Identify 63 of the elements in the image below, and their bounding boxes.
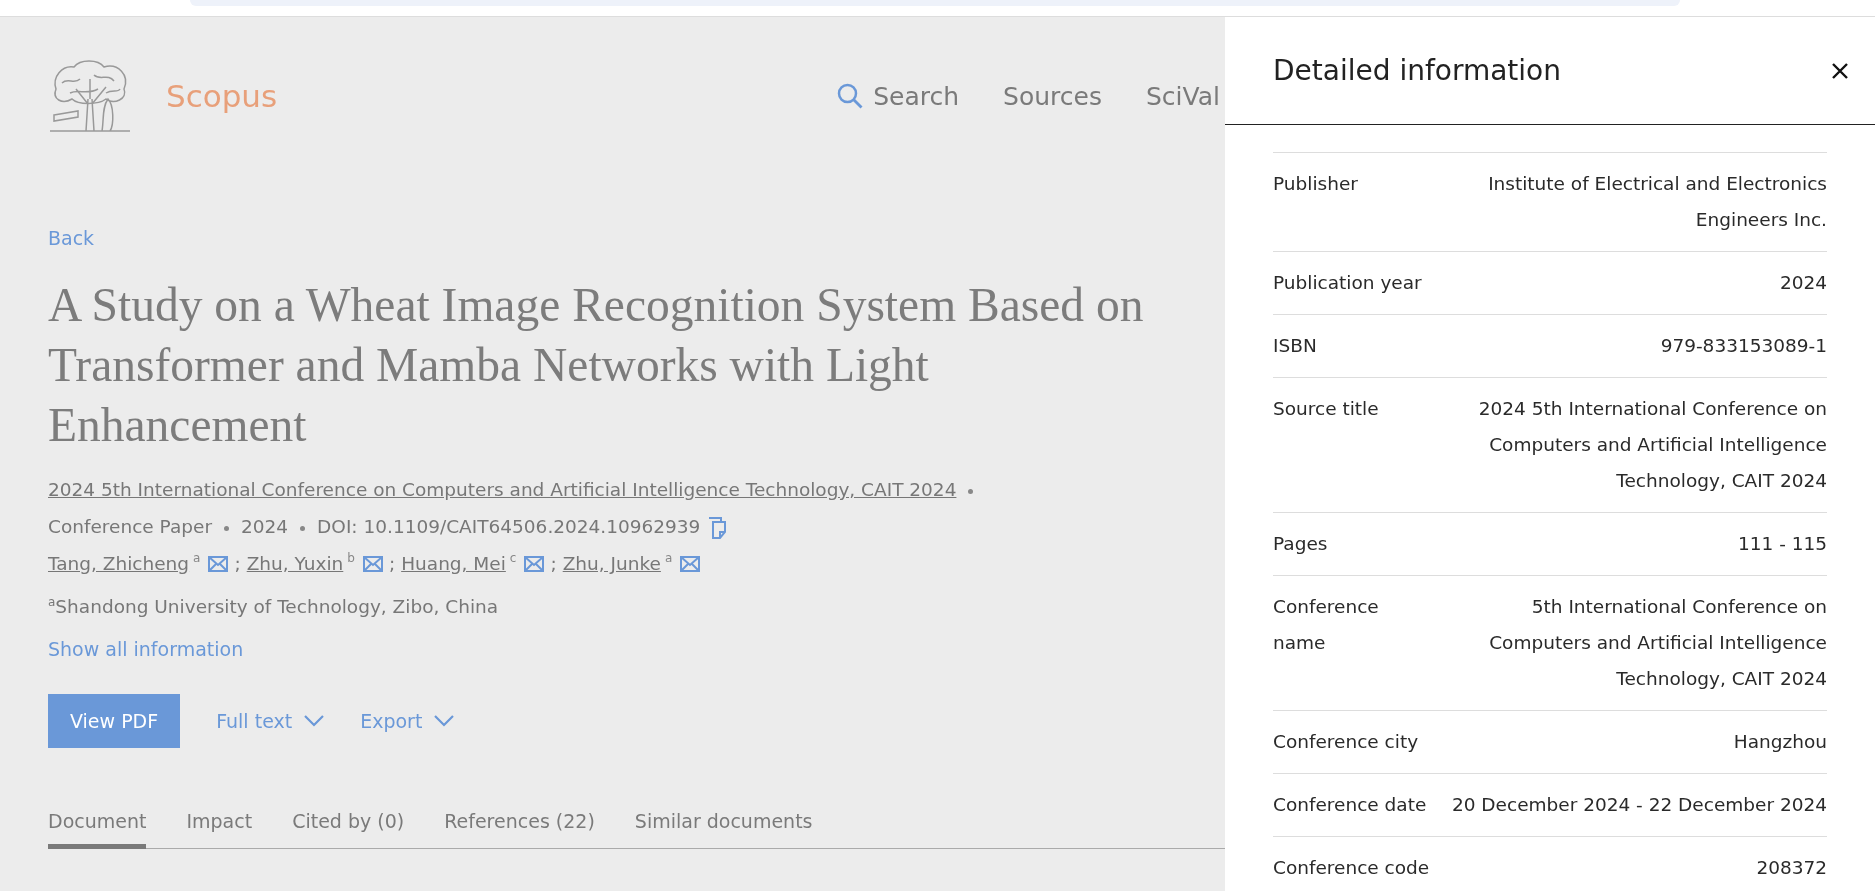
detail-value: 2024 xyxy=(1779,271,1827,295)
nav-link[interactable]: Sources xyxy=(1003,81,1102,111)
document-meta: 2024 xyxy=(241,516,289,537)
tab[interactable]: Cited by (0) xyxy=(292,810,405,850)
view-pdf-button[interactable]: View PDF xyxy=(48,694,181,749)
copy-icon[interactable] xyxy=(708,517,727,539)
detail-label: Publication year xyxy=(1273,271,1422,295)
dropdown-button[interactable]: Export xyxy=(360,710,455,733)
bullet-separator xyxy=(224,525,229,531)
detail-value: 111 - 115 xyxy=(1737,532,1827,556)
tab[interactable]: Impact xyxy=(186,810,253,850)
mail-icon[interactable] xyxy=(524,556,545,572)
bullet-separator xyxy=(968,488,974,494)
search-icon xyxy=(837,83,864,109)
tab[interactable]: Similar documents xyxy=(634,810,813,850)
nav-link[interactable]: Search xyxy=(837,81,960,111)
dropdown-button[interactable]: Full text xyxy=(216,710,325,733)
tab[interactable]: Document xyxy=(48,810,147,850)
document-meta: Conference Paper xyxy=(48,516,212,537)
document-title: A Study on a Wheat Image Recognition System Based on Transformer and Mamba Networks with Light Enhancement xyxy=(48,278,1145,453)
author-link[interactable]: Zhu, Junke xyxy=(562,545,661,583)
author-separator: ; xyxy=(388,552,396,576)
close-icon xyxy=(1831,61,1849,80)
author-link[interactable]: Huang, Mei xyxy=(401,545,506,583)
detail-label: Conference city xyxy=(1273,730,1419,754)
mail-icon[interactable] xyxy=(208,556,229,572)
author-separator: ; xyxy=(234,552,241,576)
source-title-link[interactable]: 2024 5th International Conference on Computers and Artificial Intelligence Technology, CAIT 2024 xyxy=(48,479,957,500)
affiliation-mark: b xyxy=(347,550,355,567)
affiliation-mark: c xyxy=(509,550,517,567)
back-link[interactable]: Back xyxy=(48,227,95,249)
tab[interactable]: References (22) xyxy=(444,810,595,850)
detail-value: 2024 5th International Conference on Computers and Artificial Intelligence Technology, CAIT 2024 xyxy=(1477,397,1827,493)
author-link[interactable]: Tang, Zhicheng xyxy=(48,545,190,583)
detail-value: Institute of Electrical and Electronics Engineers Inc. xyxy=(1487,172,1827,232)
brand-name[interactable]: Scopus xyxy=(166,78,278,114)
show-all-information-link[interactable]: Show all information xyxy=(48,638,244,661)
detail-label: Source title xyxy=(1273,397,1379,421)
detail-label: Conference name xyxy=(1273,595,1380,655)
detail-label: Conference date xyxy=(1273,793,1427,817)
chevron-down-icon xyxy=(304,715,325,728)
detail-label: Pages xyxy=(1273,532,1328,556)
detail-value: 208372 xyxy=(1756,856,1827,880)
detail-value: 5th International Conference on Computers and Artificial Intelligence Technology, CAIT 2024 xyxy=(1488,595,1827,691)
author-separator: ; xyxy=(550,552,557,576)
author-link[interactable]: Zhu, Yuxin xyxy=(246,545,344,583)
detail-value: 979-833153089-1 xyxy=(1660,334,1827,358)
panel-title: Detailed information xyxy=(1273,54,1561,87)
detail-label: Publisher xyxy=(1273,172,1358,196)
chevron-down-icon xyxy=(434,715,455,728)
document-meta: DOI: 10.1109/CAIT64506.2024.10962939 xyxy=(317,516,701,537)
detail-value: 20 December 2024 - 22 December 2024 xyxy=(1451,793,1827,817)
affiliation-mark: a xyxy=(664,550,673,567)
mail-icon[interactable] xyxy=(680,556,701,572)
detail-label: ISBN xyxy=(1273,334,1317,358)
nav-link[interactable]: SciVal xyxy=(1146,81,1220,111)
detail-label: Conference code xyxy=(1273,856,1430,880)
bullet-separator xyxy=(300,525,306,531)
mail-icon[interactable] xyxy=(362,556,383,572)
affiliation-mark: a xyxy=(193,550,201,567)
affiliation-text: $^{a}$Shandong University of Technology, Zibo, China xyxy=(48,594,500,620)
detail-value: Hangzhou xyxy=(1733,730,1827,754)
tree-logo-icon xyxy=(48,59,132,133)
